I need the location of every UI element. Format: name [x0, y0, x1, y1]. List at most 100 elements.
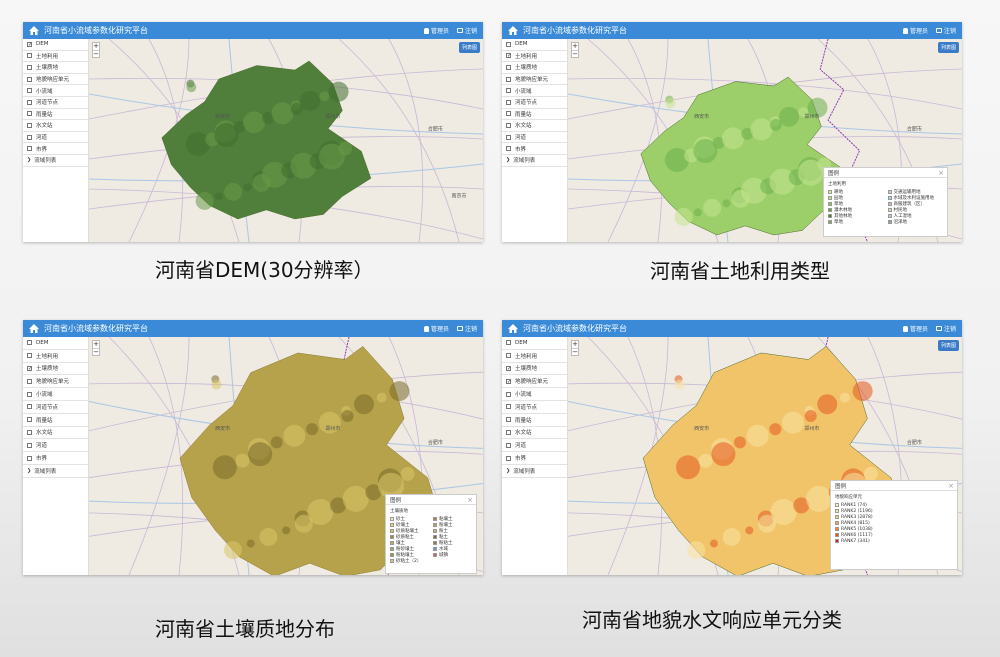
logout-link[interactable]: 注销	[456, 26, 477, 35]
layer-checkbox[interactable]	[27, 365, 32, 371]
layer-item[interactable]: 土地利用	[23, 51, 88, 63]
zoom-in-button[interactable]: +	[572, 43, 578, 50]
layer-item[interactable]: 土壤质地	[23, 62, 88, 74]
layer-item[interactable]: 小流域	[23, 85, 88, 97]
layer-item[interactable]: 市界	[502, 143, 567, 155]
layer-checkbox[interactable]	[506, 111, 511, 117]
layer-checkbox[interactable]	[506, 53, 511, 59]
map-view[interactable]: 西安市 郑州市 合肥市 南京市 + − 列表图	[89, 39, 483, 242]
layer-checkbox[interactable]	[27, 64, 32, 70]
layer-item[interactable]: 河道节点	[502, 401, 567, 414]
logout-link[interactable]: 注销	[935, 324, 956, 333]
layer-item[interactable]: 河道节点	[23, 97, 88, 109]
map-view[interactable]: 西安市郑州市合肥市南京市 + − 列表图 图例×地貌响应单元RANK1 (74)…	[568, 337, 962, 575]
layer-checkbox[interactable]	[506, 76, 511, 82]
layer-item[interactable]: 水文站	[502, 427, 567, 440]
layer-item[interactable]: 土地利用	[23, 350, 88, 363]
layer-item[interactable]: 河道节点	[502, 97, 567, 109]
home-icon[interactable]	[29, 324, 39, 333]
layer-checkbox[interactable]	[27, 111, 32, 117]
layer-checkbox[interactable]	[27, 429, 32, 435]
zoom-in-button[interactable]: +	[93, 43, 99, 50]
layer-checkbox[interactable]	[506, 64, 511, 70]
layer-checkbox[interactable]	[506, 404, 511, 410]
layer-item[interactable]: 河道	[502, 132, 567, 144]
home-icon[interactable]	[29, 26, 39, 35]
layer-checkbox[interactable]	[506, 365, 511, 371]
layer-item[interactable]: DEM	[502, 337, 567, 350]
layer-checkbox[interactable]	[27, 41, 32, 47]
layer-item[interactable]: 市界	[23, 143, 88, 155]
layer-item[interactable]: 土壤质地	[23, 363, 88, 376]
layer-checkbox[interactable]	[27, 455, 32, 461]
layer-item[interactable]: 水文站	[502, 120, 567, 132]
layer-item[interactable]: 雨量站	[502, 414, 567, 427]
layer-checkbox[interactable]	[27, 99, 32, 105]
layer-item[interactable]: 河道	[502, 439, 567, 453]
user-link[interactable]: 管理员	[423, 324, 449, 333]
layer-item[interactable]: 河道	[23, 132, 88, 144]
zoom-out-button[interactable]: −	[93, 348, 99, 356]
layer-item[interactable]: 雨量站	[23, 414, 88, 427]
layer-checkbox[interactable]	[27, 146, 32, 152]
layer-item[interactable]: 小流域	[502, 85, 567, 97]
user-link[interactable]: 管理员	[423, 26, 449, 35]
layer-checkbox[interactable]	[27, 353, 32, 359]
layer-checkbox[interactable]	[27, 88, 32, 94]
watershed-list-toggle[interactable]: ❯ 流域列表	[23, 155, 88, 167]
layer-checkbox[interactable]	[27, 122, 32, 128]
layer-item[interactable]: 小流域	[23, 388, 88, 401]
logout-link[interactable]: 注销	[456, 324, 477, 333]
zoom-in-button[interactable]: +	[572, 341, 578, 348]
layer-checkbox[interactable]	[27, 417, 32, 423]
home-icon[interactable]	[508, 324, 518, 333]
layer-checkbox[interactable]	[506, 99, 511, 105]
layer-checkbox[interactable]	[506, 378, 511, 384]
list-button[interactable]: 列表图	[937, 340, 959, 351]
user-link[interactable]: 管理员	[902, 26, 928, 35]
layer-item[interactable]: 市界	[502, 452, 567, 465]
layer-item[interactable]: DEM	[23, 39, 88, 51]
zoom-out-button[interactable]: −	[93, 50, 99, 58]
layer-checkbox[interactable]	[506, 429, 511, 435]
close-icon[interactable]: ×	[467, 496, 473, 504]
layer-checkbox[interactable]	[506, 134, 511, 140]
watershed-list-toggle[interactable]: ❯ 流域列表	[23, 465, 88, 478]
layer-checkbox[interactable]	[506, 146, 511, 152]
layer-checkbox[interactable]	[27, 404, 32, 410]
watershed-list-toggle[interactable]: ❯ 流域列表	[502, 465, 567, 478]
map-view[interactable]: 西安市郑州市合肥市南京市 + − 图例×土壤质地砂土粘壤土砂壤土粉壤土砂质粘壤土…	[89, 337, 483, 575]
layer-item[interactable]: 河道节点	[23, 401, 88, 414]
layer-checkbox[interactable]	[506, 455, 511, 461]
layer-checkbox[interactable]	[27, 340, 32, 346]
layer-item[interactable]: 土地利用	[502, 51, 567, 63]
home-icon[interactable]	[508, 26, 518, 35]
layer-item[interactable]: 地貌响应单元	[23, 375, 88, 389]
layer-checkbox[interactable]	[506, 353, 511, 359]
layer-checkbox[interactable]	[506, 391, 511, 397]
layer-checkbox[interactable]	[27, 134, 32, 140]
layer-item[interactable]: 小流域	[502, 388, 567, 401]
layer-item[interactable]: DEM	[23, 337, 88, 350]
layer-checkbox[interactable]	[27, 53, 32, 59]
layer-checkbox[interactable]	[506, 122, 511, 128]
map-view[interactable]: 西安市郑州市合肥市南京市 + − 列表图 图例×土地利用耕地交通运输用地园地水域…	[568, 39, 962, 242]
layer-item[interactable]: 市界	[23, 452, 88, 465]
layer-checkbox[interactable]	[27, 76, 32, 82]
zoom-in-button[interactable]: +	[93, 341, 99, 348]
layer-item[interactable]: 地貌响应单元	[502, 375, 567, 389]
zoom-out-button[interactable]: −	[572, 348, 578, 356]
zoom-out-button[interactable]: −	[572, 50, 578, 58]
layer-item[interactable]: 土壤质地	[502, 363, 567, 376]
layer-item[interactable]: 土地利用	[502, 350, 567, 363]
close-icon[interactable]: ×	[948, 482, 954, 490]
layer-item[interactable]: 河道	[23, 439, 88, 453]
layer-checkbox[interactable]	[506, 41, 511, 47]
layer-item[interactable]: 土壤质地	[502, 62, 567, 74]
layer-item[interactable]: 地貌响应单元	[502, 74, 567, 86]
layer-item[interactable]: 雨量站	[23, 109, 88, 121]
layer-checkbox[interactable]	[506, 340, 511, 346]
list-button[interactable]: 列表图	[458, 42, 480, 53]
layer-item[interactable]: 水文站	[23, 120, 88, 132]
user-link[interactable]: 管理员	[902, 324, 928, 333]
